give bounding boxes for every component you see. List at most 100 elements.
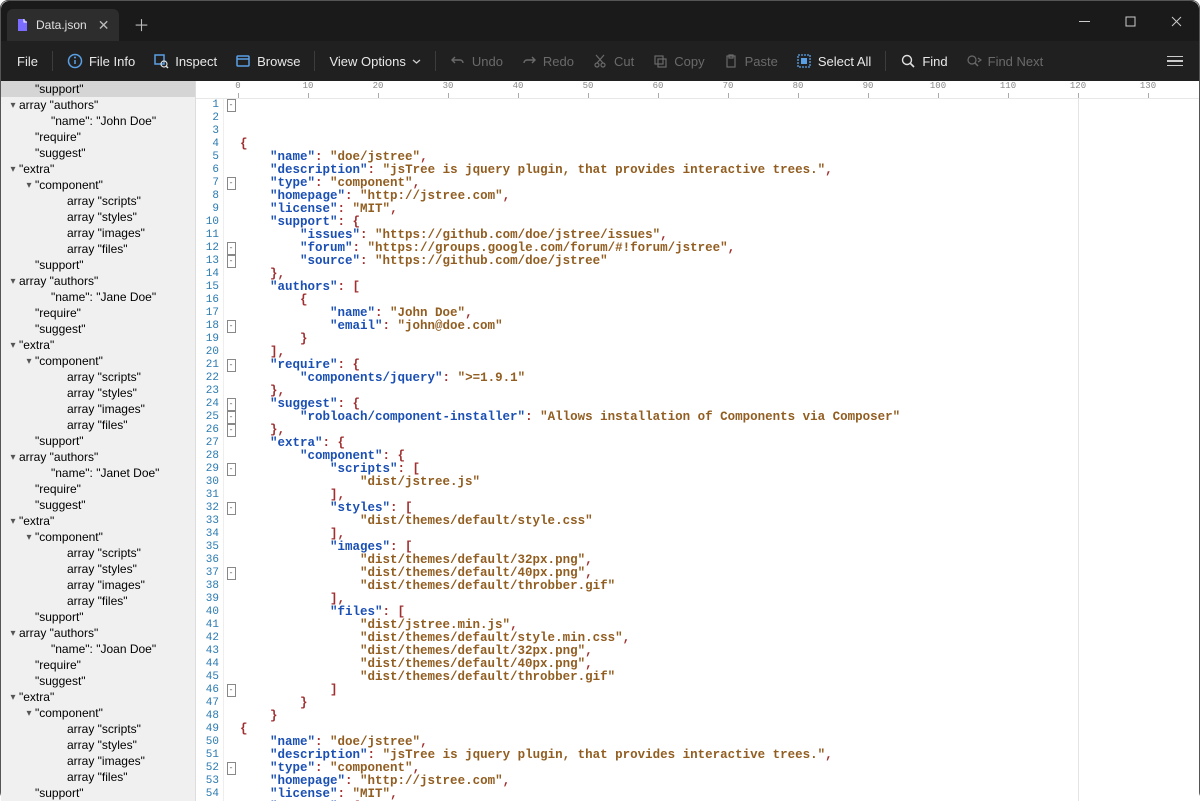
tree-item[interactable]: array "images" [1,577,195,593]
tree-item[interactable]: "require" [1,305,195,321]
menu-button[interactable] [1159,48,1191,75]
tree-item[interactable]: array "files" [1,241,195,257]
view-options-menu[interactable]: View Options [321,49,428,74]
fold-toggle[interactable]: - [227,411,236,424]
select-all-button[interactable]: Select All [788,48,879,74]
browse-button[interactable]: Browse [227,48,308,74]
fold-toggle[interactable]: - [227,242,236,255]
fold-toggle[interactable]: - [227,463,236,476]
tree-item[interactable]: array "images" [1,225,195,241]
tree-item[interactable]: "require" [1,481,195,497]
tree-item[interactable]: ▾array "authors" [1,273,195,289]
redo-button[interactable]: Redo [513,48,582,74]
minimize-button[interactable] [1061,1,1107,41]
inspect-icon [153,53,169,69]
search-icon [900,53,916,69]
tree-item[interactable]: "support" [1,609,195,625]
margin-line [1078,99,1079,801]
browse-icon [235,53,251,69]
tree-item[interactable]: ▾"component" [1,353,195,369]
redo-icon [521,53,537,69]
tree-item[interactable]: array "styles" [1,385,195,401]
tree-item[interactable]: "support" [1,81,195,97]
paste-icon [723,53,739,69]
tree-item[interactable]: array "images" [1,753,195,769]
tree-item[interactable]: ▾"extra" [1,161,195,177]
fold-toggle[interactable]: - [227,762,236,775]
tree-item[interactable]: array "scripts" [1,369,195,385]
inspect-button[interactable]: Inspect [145,48,225,74]
tree-item[interactable]: "support" [1,785,195,801]
file-info-button[interactable]: File Info [59,48,143,74]
tree-item[interactable]: "name": "Janet Doe" [1,465,195,481]
tree-item[interactable]: array "scripts" [1,545,195,561]
fold-toggle[interactable]: - [227,398,236,411]
structure-tree[interactable]: "support"▾array "authors""name": "John D… [1,81,196,801]
tree-item[interactable]: ▾"component" [1,177,195,193]
tree-item[interactable]: ▾array "authors" [1,625,195,641]
tree-item[interactable]: "name": "Jane Doe" [1,289,195,305]
tree-item[interactable]: "suggest" [1,321,195,337]
editor: 0102030405060708090100110120130140 12345… [196,81,1199,801]
paste-button[interactable]: Paste [715,48,786,74]
fold-toggle[interactable]: - [227,502,236,515]
fold-toggle[interactable]: - [227,567,236,580]
tree-item[interactable]: ▾"extra" [1,337,195,353]
tree-item[interactable]: "support" [1,433,195,449]
tree-item[interactable]: ▾"extra" [1,689,195,705]
tree-item[interactable]: array "scripts" [1,721,195,737]
fold-toggle[interactable]: - [227,424,236,437]
copy-button[interactable]: Copy [644,48,712,74]
tree-item[interactable]: "name": "Joan Doe" [1,641,195,657]
tree-item[interactable]: "require" [1,657,195,673]
title-bar: Data.json ✕ ＋ [1,1,1199,41]
tree-item[interactable]: "require" [1,129,195,145]
tree-item[interactable]: ▾"component" [1,705,195,721]
chevron-down-icon [412,57,421,66]
tree-item[interactable]: array "files" [1,417,195,433]
tree-item[interactable]: "suggest" [1,497,195,513]
fold-toggle[interactable]: - [227,684,236,697]
toolbar: File File Info Inspect Browse View Optio… [1,41,1199,81]
tree-item[interactable]: ▾array "authors" [1,449,195,465]
new-tab-button[interactable]: ＋ [133,12,149,36]
line-numbers: 1234567891011121314151617181920212223242… [196,99,224,801]
tree-item[interactable]: array "styles" [1,561,195,577]
tree-item[interactable]: ▾"extra" [1,513,195,529]
tree-item[interactable]: "suggest" [1,145,195,161]
close-button[interactable] [1153,1,1199,41]
tree-item[interactable]: ▾"component" [1,529,195,545]
tree-item[interactable]: "support" [1,257,195,273]
maximize-button[interactable] [1107,1,1153,41]
tree-item[interactable]: array "styles" [1,737,195,753]
undo-button[interactable]: Undo [442,48,511,74]
info-icon [67,53,83,69]
tab-close-icon[interactable]: ✕ [98,17,110,34]
cut-button[interactable]: Cut [584,48,642,74]
ruler: 0102030405060708090100110120130140 [196,81,1199,99]
tree-item[interactable]: array "files" [1,769,195,785]
fold-toggle[interactable]: - [227,255,236,268]
file-icon [15,18,29,32]
fold-toggle[interactable]: - [227,177,236,190]
file-menu[interactable]: File [9,49,46,74]
find-next-button[interactable]: Find Next [958,48,1052,74]
tree-item[interactable]: array "scripts" [1,193,195,209]
file-tab[interactable]: Data.json ✕ [7,9,119,41]
tree-item[interactable]: "name": "John Doe" [1,113,195,129]
tree-item[interactable]: array "images" [1,401,195,417]
fold-column[interactable]: -------------- [224,99,238,801]
tree-item[interactable]: "suggest" [1,673,195,689]
select-all-icon [796,53,812,69]
tree-item[interactable]: ▾array "authors" [1,97,195,113]
tree-item[interactable]: array "styles" [1,209,195,225]
tab-title: Data.json [36,18,87,32]
fold-toggle[interactable]: - [227,99,236,112]
fold-toggle[interactable]: - [227,359,236,372]
code-content[interactable]: { "name": "doe/jstree", "description": "… [238,99,1199,801]
copy-icon [652,53,668,69]
search-next-icon [966,53,982,69]
find-button[interactable]: Find [892,48,955,74]
tree-item[interactable]: array "files" [1,593,195,609]
fold-toggle[interactable]: - [227,320,236,333]
